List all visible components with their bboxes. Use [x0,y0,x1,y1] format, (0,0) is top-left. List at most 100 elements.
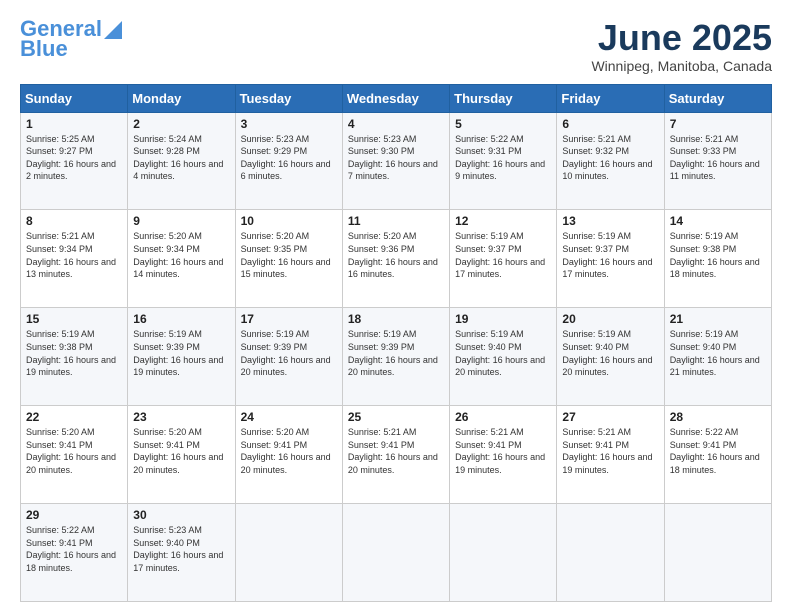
day-number: 22 [26,410,122,424]
calendar-cell: 13 Sunrise: 5:19 AM Sunset: 9:37 PM Dayl… [557,210,664,308]
calendar-cell: 6 Sunrise: 5:21 AM Sunset: 9:32 PM Dayli… [557,112,664,210]
calendar-cell: 18 Sunrise: 5:19 AM Sunset: 9:39 PM Dayl… [342,308,449,406]
day-number: 27 [562,410,658,424]
calendar-cell: 4 Sunrise: 5:23 AM Sunset: 9:30 PM Dayli… [342,112,449,210]
day-header-sunday: Sunday [21,84,128,112]
calendar-cell: 26 Sunrise: 5:21 AM Sunset: 9:41 PM Dayl… [450,406,557,504]
location: Winnipeg, Manitoba, Canada [591,58,772,74]
day-info: Sunrise: 5:19 AM Sunset: 9:37 PM Dayligh… [455,230,551,280]
logo-icon [104,21,122,39]
day-info: Sunrise: 5:22 AM Sunset: 9:41 PM Dayligh… [26,524,122,574]
calendar-cell: 10 Sunrise: 5:20 AM Sunset: 9:35 PM Dayl… [235,210,342,308]
day-info: Sunrise: 5:24 AM Sunset: 9:28 PM Dayligh… [133,133,229,183]
day-number: 9 [133,214,229,228]
day-number: 18 [348,312,444,326]
day-number: 21 [670,312,766,326]
calendar-header-row: SundayMondayTuesdayWednesdayThursdayFrid… [21,84,772,112]
day-number: 10 [241,214,337,228]
calendar-cell: 20 Sunrise: 5:19 AM Sunset: 9:40 PM Dayl… [557,308,664,406]
calendar-cell: 7 Sunrise: 5:21 AM Sunset: 9:33 PM Dayli… [664,112,771,210]
calendar-week-3: 15 Sunrise: 5:19 AM Sunset: 9:38 PM Dayl… [21,308,772,406]
day-number: 1 [26,117,122,131]
day-info: Sunrise: 5:23 AM Sunset: 9:29 PM Dayligh… [241,133,337,183]
calendar-week-4: 22 Sunrise: 5:20 AM Sunset: 9:41 PM Dayl… [21,406,772,504]
calendar-cell: 25 Sunrise: 5:21 AM Sunset: 9:41 PM Dayl… [342,406,449,504]
logo: General Blue [20,18,122,60]
day-number: 7 [670,117,766,131]
calendar-cell: 8 Sunrise: 5:21 AM Sunset: 9:34 PM Dayli… [21,210,128,308]
day-info: Sunrise: 5:19 AM Sunset: 9:40 PM Dayligh… [670,328,766,378]
calendar-cell: 19 Sunrise: 5:19 AM Sunset: 9:40 PM Dayl… [450,308,557,406]
calendar-table: SundayMondayTuesdayWednesdayThursdayFrid… [20,84,772,602]
day-number: 8 [26,214,122,228]
calendar-week-2: 8 Sunrise: 5:21 AM Sunset: 9:34 PM Dayli… [21,210,772,308]
day-info: Sunrise: 5:21 AM Sunset: 9:41 PM Dayligh… [455,426,551,476]
page: General Blue June 2025 Winnipeg, Manitob… [0,0,792,612]
day-info: Sunrise: 5:21 AM Sunset: 9:32 PM Dayligh… [562,133,658,183]
day-info: Sunrise: 5:20 AM Sunset: 9:41 PM Dayligh… [26,426,122,476]
day-number: 28 [670,410,766,424]
day-number: 4 [348,117,444,131]
day-info: Sunrise: 5:21 AM Sunset: 9:33 PM Dayligh… [670,133,766,183]
calendar-cell: 3 Sunrise: 5:23 AM Sunset: 9:29 PM Dayli… [235,112,342,210]
day-number: 2 [133,117,229,131]
day-header-monday: Monday [128,84,235,112]
day-info: Sunrise: 5:19 AM Sunset: 9:38 PM Dayligh… [26,328,122,378]
calendar-cell [450,504,557,602]
day-info: Sunrise: 5:19 AM Sunset: 9:39 PM Dayligh… [241,328,337,378]
day-info: Sunrise: 5:23 AM Sunset: 9:40 PM Dayligh… [133,524,229,574]
calendar-cell: 1 Sunrise: 5:25 AM Sunset: 9:27 PM Dayli… [21,112,128,210]
day-header-wednesday: Wednesday [342,84,449,112]
calendar-cell: 17 Sunrise: 5:19 AM Sunset: 9:39 PM Dayl… [235,308,342,406]
day-header-tuesday: Tuesday [235,84,342,112]
calendar-cell: 14 Sunrise: 5:19 AM Sunset: 9:38 PM Dayl… [664,210,771,308]
calendar-cell: 22 Sunrise: 5:20 AM Sunset: 9:41 PM Dayl… [21,406,128,504]
day-header-saturday: Saturday [664,84,771,112]
calendar-cell: 9 Sunrise: 5:20 AM Sunset: 9:34 PM Dayli… [128,210,235,308]
day-info: Sunrise: 5:22 AM Sunset: 9:31 PM Dayligh… [455,133,551,183]
day-number: 12 [455,214,551,228]
day-header-thursday: Thursday [450,84,557,112]
day-number: 6 [562,117,658,131]
calendar-cell: 12 Sunrise: 5:19 AM Sunset: 9:37 PM Dayl… [450,210,557,308]
calendar-cell: 2 Sunrise: 5:24 AM Sunset: 9:28 PM Dayli… [128,112,235,210]
calendar-cell: 24 Sunrise: 5:20 AM Sunset: 9:41 PM Dayl… [235,406,342,504]
day-info: Sunrise: 5:21 AM Sunset: 9:41 PM Dayligh… [562,426,658,476]
day-number: 5 [455,117,551,131]
day-number: 15 [26,312,122,326]
day-info: Sunrise: 5:19 AM Sunset: 9:39 PM Dayligh… [133,328,229,378]
calendar-cell [235,504,342,602]
calendar-cell: 30 Sunrise: 5:23 AM Sunset: 9:40 PM Dayl… [128,504,235,602]
day-info: Sunrise: 5:19 AM Sunset: 9:40 PM Dayligh… [455,328,551,378]
day-number: 16 [133,312,229,326]
day-number: 29 [26,508,122,522]
day-info: Sunrise: 5:19 AM Sunset: 9:39 PM Dayligh… [348,328,444,378]
calendar-cell: 23 Sunrise: 5:20 AM Sunset: 9:41 PM Dayl… [128,406,235,504]
calendar-cell: 21 Sunrise: 5:19 AM Sunset: 9:40 PM Dayl… [664,308,771,406]
day-info: Sunrise: 5:21 AM Sunset: 9:41 PM Dayligh… [348,426,444,476]
day-info: Sunrise: 5:19 AM Sunset: 9:40 PM Dayligh… [562,328,658,378]
day-info: Sunrise: 5:19 AM Sunset: 9:37 PM Dayligh… [562,230,658,280]
day-info: Sunrise: 5:21 AM Sunset: 9:34 PM Dayligh… [26,230,122,280]
title-block: June 2025 Winnipeg, Manitoba, Canada [591,18,772,74]
calendar-cell: 29 Sunrise: 5:22 AM Sunset: 9:41 PM Dayl… [21,504,128,602]
day-info: Sunrise: 5:20 AM Sunset: 9:41 PM Dayligh… [241,426,337,476]
day-info: Sunrise: 5:25 AM Sunset: 9:27 PM Dayligh… [26,133,122,183]
day-number: 25 [348,410,444,424]
day-info: Sunrise: 5:20 AM Sunset: 9:36 PM Dayligh… [348,230,444,280]
day-info: Sunrise: 5:23 AM Sunset: 9:30 PM Dayligh… [348,133,444,183]
month-title: June 2025 [591,18,772,58]
calendar-cell: 15 Sunrise: 5:19 AM Sunset: 9:38 PM Dayl… [21,308,128,406]
calendar-cell: 16 Sunrise: 5:19 AM Sunset: 9:39 PM Dayl… [128,308,235,406]
day-info: Sunrise: 5:22 AM Sunset: 9:41 PM Dayligh… [670,426,766,476]
day-number: 26 [455,410,551,424]
day-number: 3 [241,117,337,131]
calendar-week-5: 29 Sunrise: 5:22 AM Sunset: 9:41 PM Dayl… [21,504,772,602]
day-info: Sunrise: 5:19 AM Sunset: 9:38 PM Dayligh… [670,230,766,280]
calendar-week-1: 1 Sunrise: 5:25 AM Sunset: 9:27 PM Dayli… [21,112,772,210]
day-number: 20 [562,312,658,326]
logo-blue: Blue [20,38,68,60]
calendar-cell: 27 Sunrise: 5:21 AM Sunset: 9:41 PM Dayl… [557,406,664,504]
day-number: 17 [241,312,337,326]
calendar-cell [557,504,664,602]
